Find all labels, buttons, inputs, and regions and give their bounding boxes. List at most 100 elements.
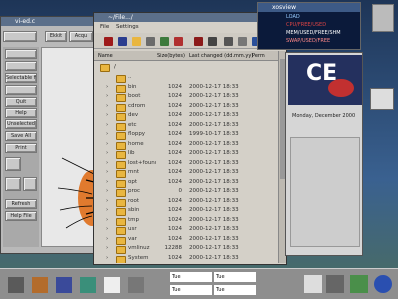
copy-icon[interactable]	[194, 37, 203, 46]
delete-icon[interactable]	[174, 37, 183, 46]
expand-arrow-icon[interactable]: ›	[106, 197, 108, 207]
table-row[interactable]: › proc 0 2000-12-17 18:33	[94, 187, 278, 197]
side-button-help-file[interactable]: Help File	[5, 211, 37, 221]
tab-ekkit[interactable]: Ekkit	[45, 31, 67, 42]
expand-arrow-icon[interactable]: ›	[106, 130, 108, 140]
table-row[interactable]: › System 1024 2000-12-17 18:33	[94, 254, 278, 264]
column-perm[interactable]: Perm	[252, 51, 265, 61]
file-size: 1024	[168, 121, 182, 128]
expand-arrow-icon[interactable]: ›	[106, 102, 108, 112]
file-size: 1024	[168, 102, 182, 109]
terminal-launcher-icon[interactable]	[8, 277, 24, 293]
side-button-print[interactable]: Print	[5, 143, 37, 153]
trash-launcher-icon[interactable]	[326, 275, 344, 293]
globe-launcher-icon[interactable]	[350, 275, 368, 293]
table-row[interactable]: › boot 1024 2000-12-17 18:33	[94, 92, 278, 102]
taskbar-field-4[interactable]: Tue	[214, 285, 256, 295]
expand-arrow-icon[interactable]: ›	[106, 178, 108, 188]
side-button-help[interactable]: Help	[5, 108, 37, 118]
column-header: Name Size(bytes) Last changed (dd.mm.yy)…	[94, 51, 278, 61]
side-button-10[interactable]	[5, 157, 21, 171]
file-size: 1024	[168, 131, 182, 137]
expand-arrow-icon[interactable]: ›	[106, 244, 108, 254]
side-button-2[interactable]	[5, 61, 37, 71]
file-name: proc	[128, 188, 141, 194]
settings-icon[interactable]	[238, 37, 247, 46]
folder-icon[interactable]	[132, 37, 141, 46]
new-icon[interactable]	[104, 37, 113, 46]
workstation-icon[interactable]	[372, 4, 394, 32]
expand-arrow-icon[interactable]: ›	[106, 206, 108, 216]
drawing-canvas[interactable]	[41, 47, 96, 247]
side-button-3[interactable]: Selectable file	[5, 73, 37, 83]
expand-arrow-icon[interactable]: ›	[106, 83, 108, 93]
path-row[interactable]: /	[94, 62, 278, 72]
taskbar-field-1[interactable]: Tue	[170, 272, 212, 282]
table-row[interactable]: › floppy 1024 1999-10-17 18:33	[94, 130, 278, 140]
table-row[interactable]: › cdrom 1024 2000-12-17 18:33	[94, 102, 278, 112]
table-row[interactable]: › opt 1024 2000-12-17 18:33	[94, 178, 278, 188]
monitor-titlebar[interactable]: xosview	[258, 3, 360, 12]
expand-arrow-icon[interactable]: ›	[106, 187, 108, 197]
table-row[interactable]: › root 1024 2000-12-17 18:33	[94, 197, 278, 207]
mail-launcher-icon[interactable]	[56, 277, 72, 293]
table-row[interactable]: › vmlinuz 12288 2000-12-17 18:33	[94, 244, 278, 254]
cut-icon[interactable]	[160, 37, 169, 46]
expand-arrow-icon[interactable]: ›	[106, 225, 108, 235]
table-row[interactable]: › usr 1024 2000-12-17 18:33	[94, 225, 278, 235]
expand-arrow-icon[interactable]: ›	[106, 235, 108, 245]
file-size: 1024	[168, 254, 182, 261]
expand-arrow-icon[interactable]: ›	[106, 121, 108, 131]
expand-arrow-icon[interactable]: ›	[106, 149, 108, 159]
menu-file[interactable]: File	[100, 23, 109, 32]
calculator-launcher-icon[interactable]	[104, 277, 120, 293]
side-button-quit[interactable]: Quit	[5, 97, 37, 107]
expand-arrow-icon[interactable]: ›	[106, 168, 108, 178]
taskbar-field-3[interactable]: Tue	[170, 285, 212, 295]
side-button-refresh[interactable]: Refresh	[5, 199, 37, 209]
info-launcher-icon[interactable]	[374, 275, 392, 293]
table-row[interactable]: ..	[94, 73, 278, 83]
column-date[interactable]: Last changed (dd.mm.yy)	[189, 51, 253, 61]
expand-arrow-icon[interactable]: ›	[106, 254, 108, 264]
expand-arrow-icon[interactable]: ›	[106, 159, 108, 169]
monitor-icon[interactable]	[370, 88, 394, 110]
printer-launcher-icon[interactable]	[304, 275, 322, 293]
table-row[interactable]: › sbin 1024 2000-12-17 18:33	[94, 206, 278, 216]
expand-arrow-icon[interactable]: ›	[106, 111, 108, 121]
open-icon[interactable]	[118, 37, 127, 46]
taskbar-field-2[interactable]: Tue	[214, 272, 256, 282]
expand-arrow-icon[interactable]: ›	[106, 216, 108, 226]
table-row[interactable]: › var 1024 2000-12-17 18:33	[94, 235, 278, 245]
side-button-1[interactable]	[5, 49, 37, 59]
tab-blank[interactable]	[3, 31, 37, 42]
home-icon[interactable]	[146, 37, 155, 46]
table-row[interactable]: › bin 1024 2000-12-17 18:33	[94, 83, 278, 93]
side-button-4[interactable]	[5, 85, 37, 95]
table-row[interactable]: › tmp 1024 2000-12-17 18:33	[94, 216, 278, 226]
table-row[interactable]: › home 1024 2000-12-17 18:33	[94, 140, 278, 150]
left-window-sidebar: Selectable file Quit Help Unselected Sav…	[3, 47, 39, 247]
expand-arrow-icon[interactable]: ›	[106, 92, 108, 102]
table-row[interactable]: › lib 1024 2000-12-17 18:33	[94, 149, 278, 159]
box-launcher-icon[interactable]	[32, 277, 48, 293]
table-row[interactable]: › etc 1024 2000-12-17 18:33	[94, 121, 278, 131]
expand-arrow-icon[interactable]: ›	[106, 140, 108, 150]
paint-launcher-icon[interactable]	[80, 277, 96, 293]
file-name: lib	[128, 150, 135, 156]
clock-launcher-icon[interactable]	[128, 277, 144, 293]
column-name[interactable]: Name	[98, 51, 113, 61]
side-button-12[interactable]	[23, 177, 37, 191]
side-button-11[interactable]	[5, 177, 21, 191]
side-button-save-all[interactable]: Save All	[5, 131, 37, 141]
side-button-unselected[interactable]: Unselected	[5, 119, 37, 129]
menu-settings[interactable]: Settings	[116, 23, 139, 32]
left-window-titlebar[interactable]: vi-ed.c	[1, 17, 95, 26]
table-row[interactable]: › lost+found 1024 2000-12-17 18:33	[94, 159, 278, 169]
tab-acqu[interactable]: Acqu	[69, 31, 93, 42]
paste-icon[interactable]	[208, 37, 217, 46]
column-size[interactable]: Size(bytes)	[157, 51, 185, 61]
arrow-icon[interactable]	[224, 37, 233, 46]
table-row[interactable]: › mnt 1024 2000-12-17 18:33	[94, 168, 278, 178]
table-row[interactable]: › dev 1024 2000-12-17 18:33	[94, 111, 278, 121]
